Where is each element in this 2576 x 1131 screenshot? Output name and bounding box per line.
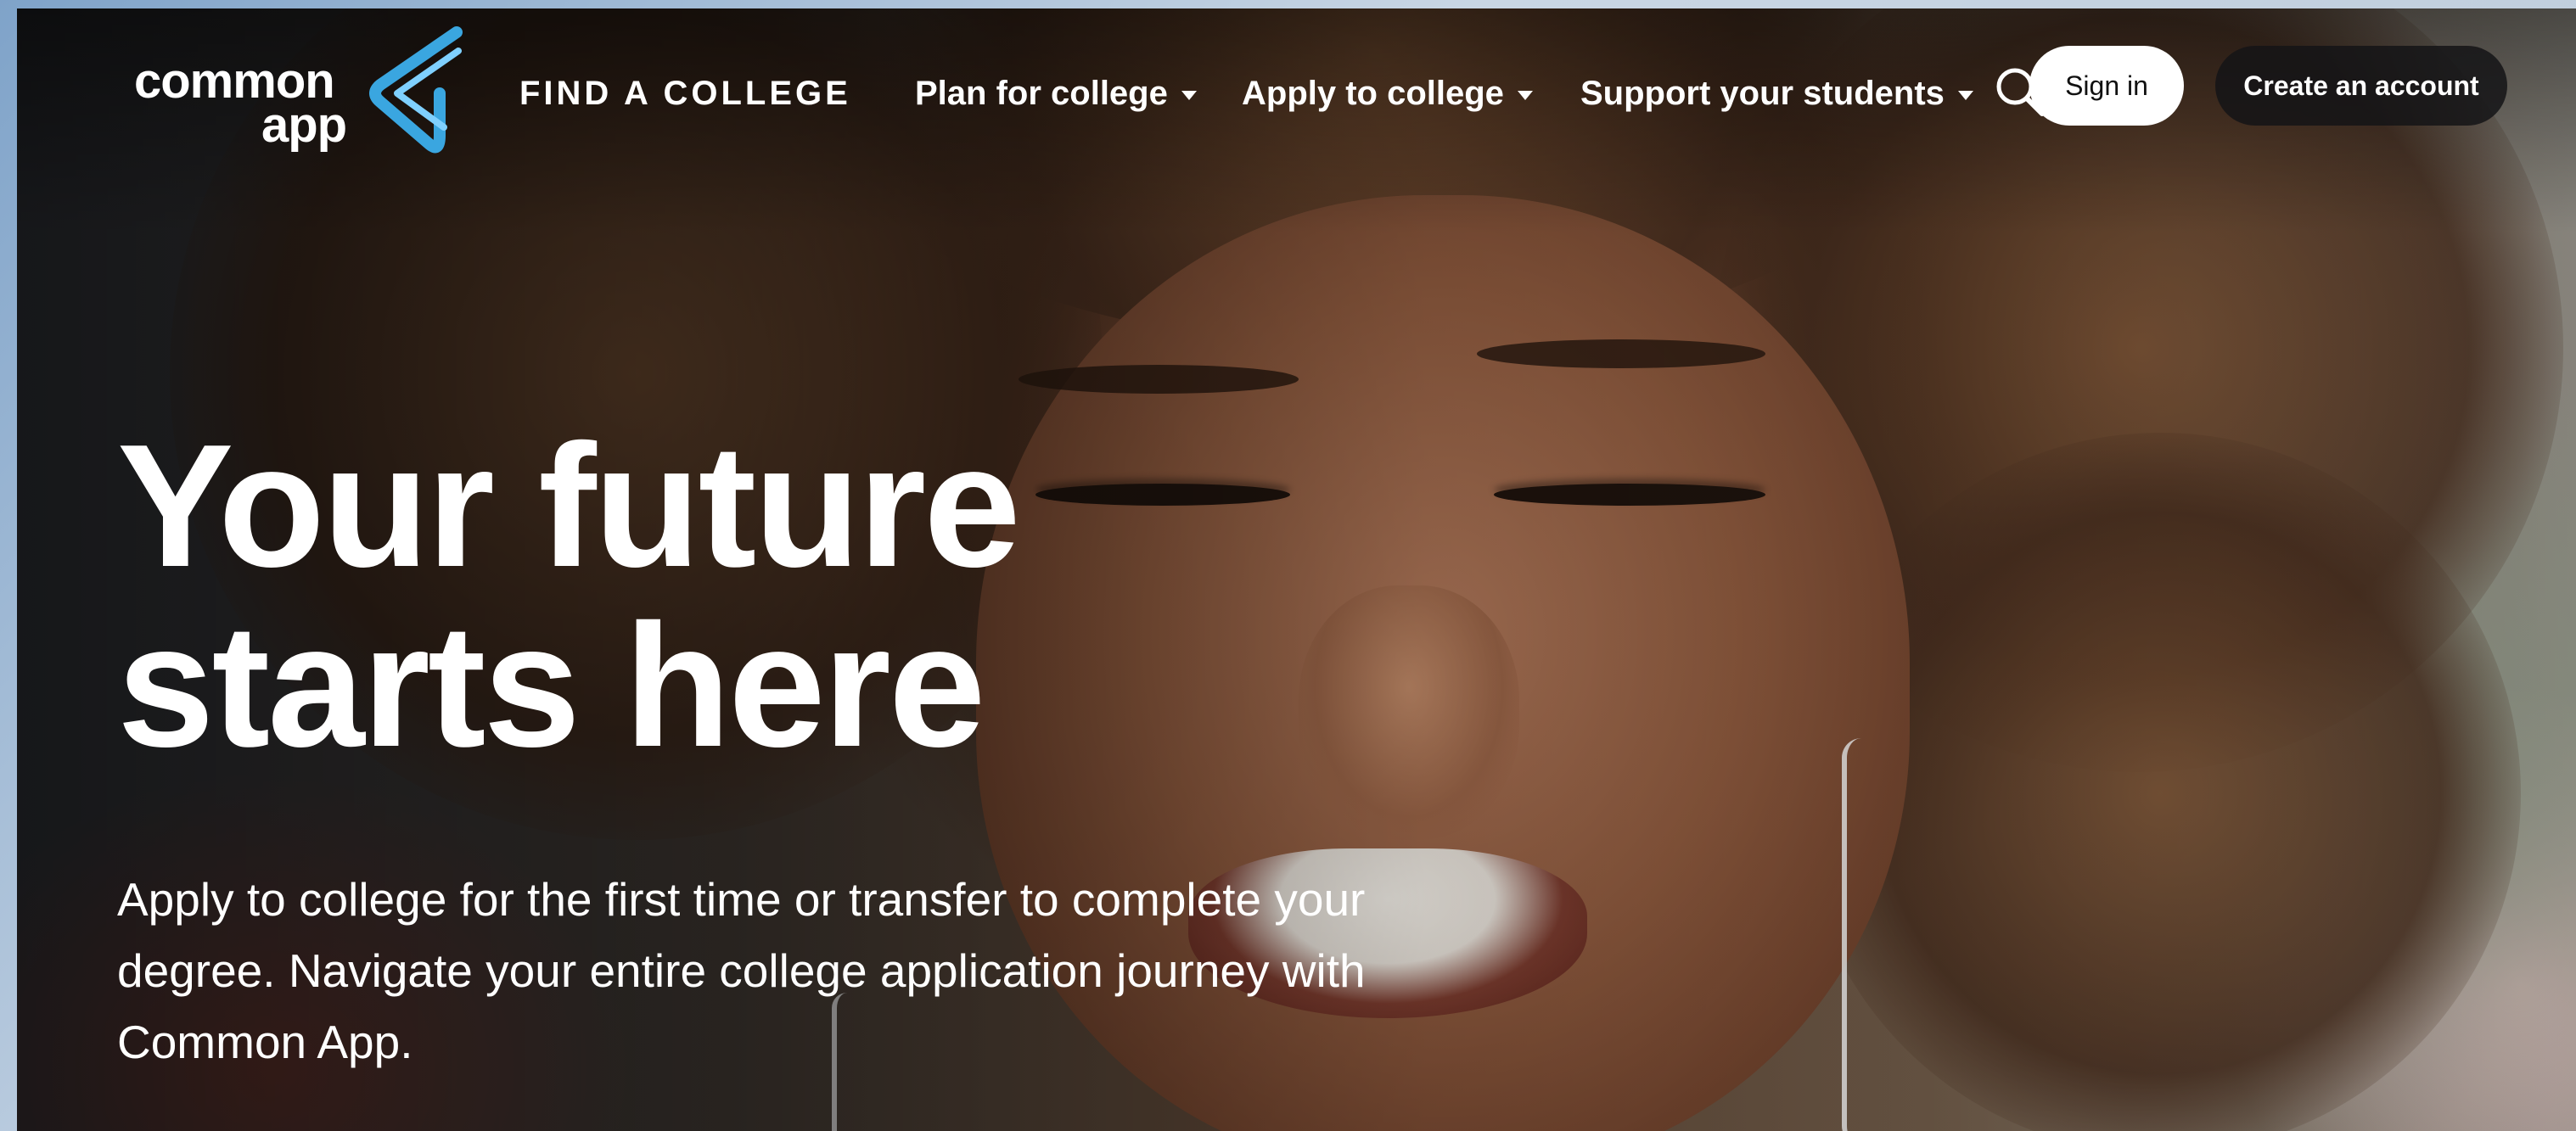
sign-in-button[interactable]: Sign in — [2029, 46, 2184, 126]
nav-support-label: Support your students — [1580, 75, 1945, 112]
hero-headline: Your future starts here — [117, 408, 1021, 783]
headline-line-1: Your future — [117, 408, 1021, 603]
hero-subtext: Apply to college for the first time or t… — [117, 873, 1366, 1068]
headline-line-2: starts here — [117, 588, 985, 783]
nav-plan-for-college[interactable]: Plan for college — [915, 75, 1197, 113]
chevron-down-icon — [1957, 91, 1973, 100]
nav-plan-label: Plan for college — [915, 75, 1168, 112]
nav-apply-label: Apply to college — [1242, 75, 1504, 112]
chevron-down-icon — [1181, 91, 1197, 100]
nav-apply-to-college[interactable]: Apply to college — [1242, 75, 1533, 113]
common-app-logo[interactable]: common app — [117, 19, 474, 163]
nav-find-a-college[interactable]: FIND A COLLEGE — [519, 75, 851, 113]
logo-mark-icon — [369, 26, 463, 154]
chevron-down-icon — [1517, 91, 1533, 100]
site-header: common app FIND A COLLEGE Plan for colle… — [17, 8, 2576, 161]
create-account-button[interactable]: Create an account — [2215, 46, 2507, 126]
logo-text-app: app — [261, 98, 347, 153]
nav-support-your-students[interactable]: Support your students — [1580, 75, 1973, 113]
